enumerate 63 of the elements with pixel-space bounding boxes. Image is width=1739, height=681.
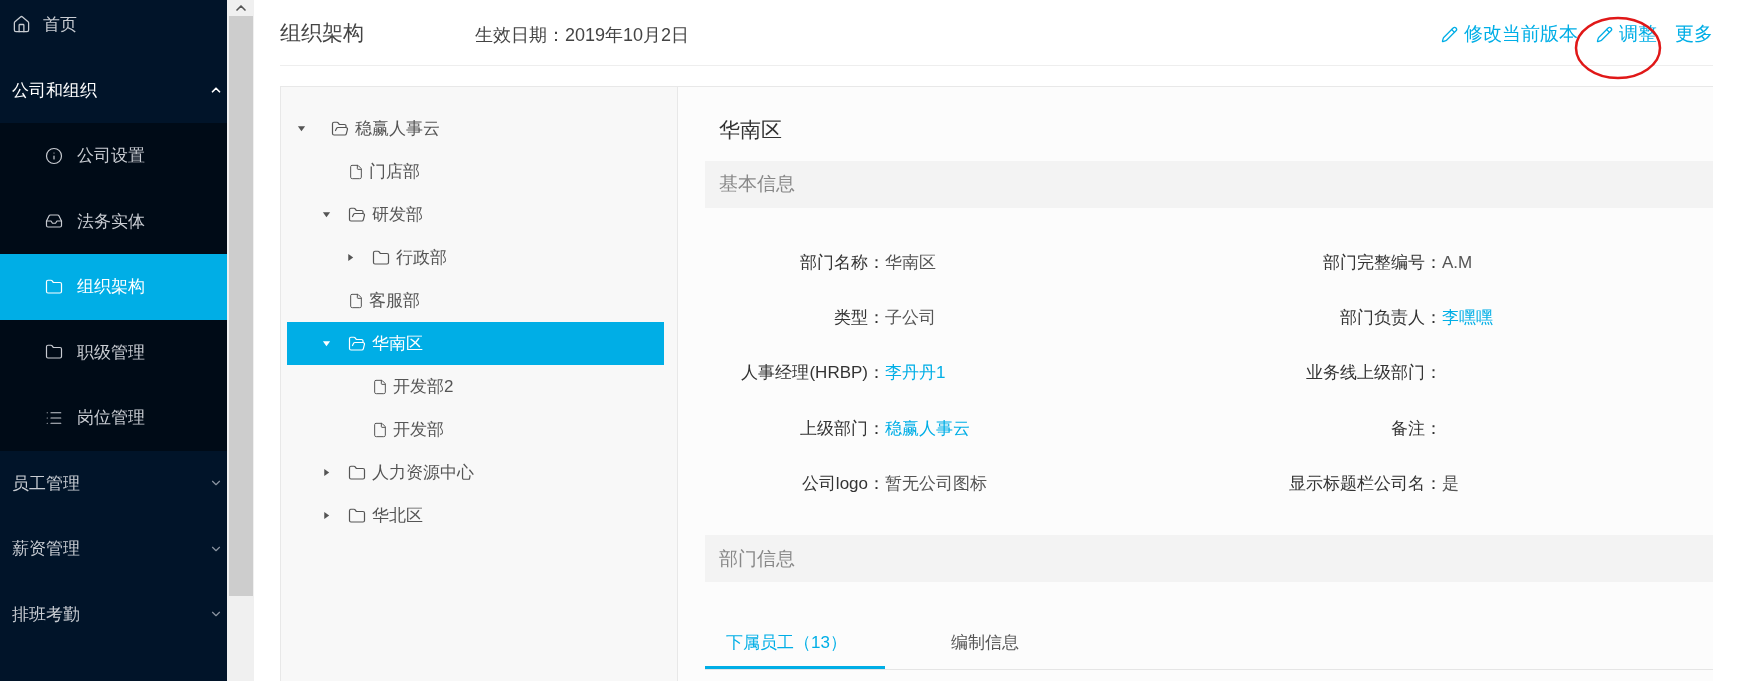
tree-node[interactable]: 行政部: [287, 236, 664, 279]
file-icon: [347, 162, 364, 181]
field-value: A.M: [1442, 251, 1473, 274]
sidebar-item[interactable]: 职级管理: [0, 319, 227, 385]
caret-right-icon[interactable]: [321, 468, 331, 477]
folder-open-icon: [331, 119, 349, 138]
scrollbar-thumb[interactable]: [228, 16, 253, 596]
sidebar-item[interactable]: 公司和组织: [0, 57, 227, 123]
scrollbar[interactable]: [227, 0, 254, 681]
tree-node[interactable]: 研发部: [287, 193, 664, 236]
folder-icon: [347, 463, 366, 482]
inbox-icon: [45, 212, 63, 231]
tree-node[interactable]: 门店部: [287, 150, 664, 193]
tree-node[interactable]: 人力资源中心: [287, 451, 664, 494]
folder-open-icon: [347, 205, 366, 224]
detail-title: 华南区: [718, 117, 783, 144]
sidebar-item[interactable]: 排班考勤: [0, 581, 227, 647]
field-label: 部门负责人：: [1339, 307, 1442, 330]
file-icon: [372, 420, 388, 439]
field-value: 华南区: [885, 251, 936, 274]
tree-node[interactable]: 开发部: [287, 408, 664, 451]
field-label: 业务线上级部门：: [1305, 362, 1442, 385]
effective-date: 生效日期：2019年10月2日: [475, 24, 690, 47]
field-label: 备注：: [1390, 417, 1442, 440]
field-label: 部门完整编号：: [1322, 251, 1442, 274]
section-header: 部门信息: [705, 535, 1713, 583]
field-value: 是: [1442, 473, 1459, 496]
pencil-icon: [1441, 26, 1458, 43]
home-icon: [12, 15, 31, 35]
sidebar-item[interactable]: 岗位管理: [0, 385, 227, 451]
field-label: 人事经理(HRBP)：: [740, 362, 885, 385]
caret-down-icon[interactable]: [321, 210, 331, 219]
sidebar-item[interactable]: 公司设置: [0, 123, 227, 189]
info-icon: [45, 146, 63, 165]
tree-node[interactable]: 稳赢人事云: [287, 107, 664, 150]
field-value: 子公司: [885, 307, 936, 330]
sidebar-item[interactable]: 薪资管理: [0, 516, 227, 582]
tree-node[interactable]: 开发部2: [287, 365, 664, 408]
sidebar-item[interactable]: 法务实体: [0, 188, 227, 254]
field-label: 显示标题栏公司名：: [1288, 473, 1442, 496]
caret-down-icon[interactable]: [297, 124, 306, 133]
field-label: 上级部门：: [799, 417, 885, 440]
section-header: 基本信息: [705, 161, 1713, 208]
sidebar-item[interactable]: 员工管理: [0, 450, 227, 516]
file-icon: [347, 291, 364, 310]
pencil-icon: [1596, 26, 1613, 43]
folder-icon: [372, 248, 390, 267]
tree-node[interactable]: 华北区: [287, 494, 664, 537]
field-label: 部门名称：: [799, 251, 885, 274]
file-icon: [372, 377, 388, 396]
field-label: 公司logo：: [800, 473, 885, 496]
folder-open-icon: [347, 334, 366, 353]
field-value: 暂无公司图标: [885, 473, 987, 496]
folder-icon: [45, 343, 63, 362]
tree-node[interactable]: 客服部: [287, 279, 664, 322]
sidebar-item[interactable]: 首页: [0, 0, 227, 58]
folder-icon: [45, 277, 63, 296]
folder-icon: [347, 506, 366, 525]
caret-right-icon[interactable]: [346, 253, 355, 262]
field-label: 类型：: [833, 307, 885, 330]
page-title: 组织架构: [280, 19, 365, 46]
caret-right-icon[interactable]: [321, 511, 331, 520]
tab[interactable]: 编制信息: [930, 619, 1040, 670]
